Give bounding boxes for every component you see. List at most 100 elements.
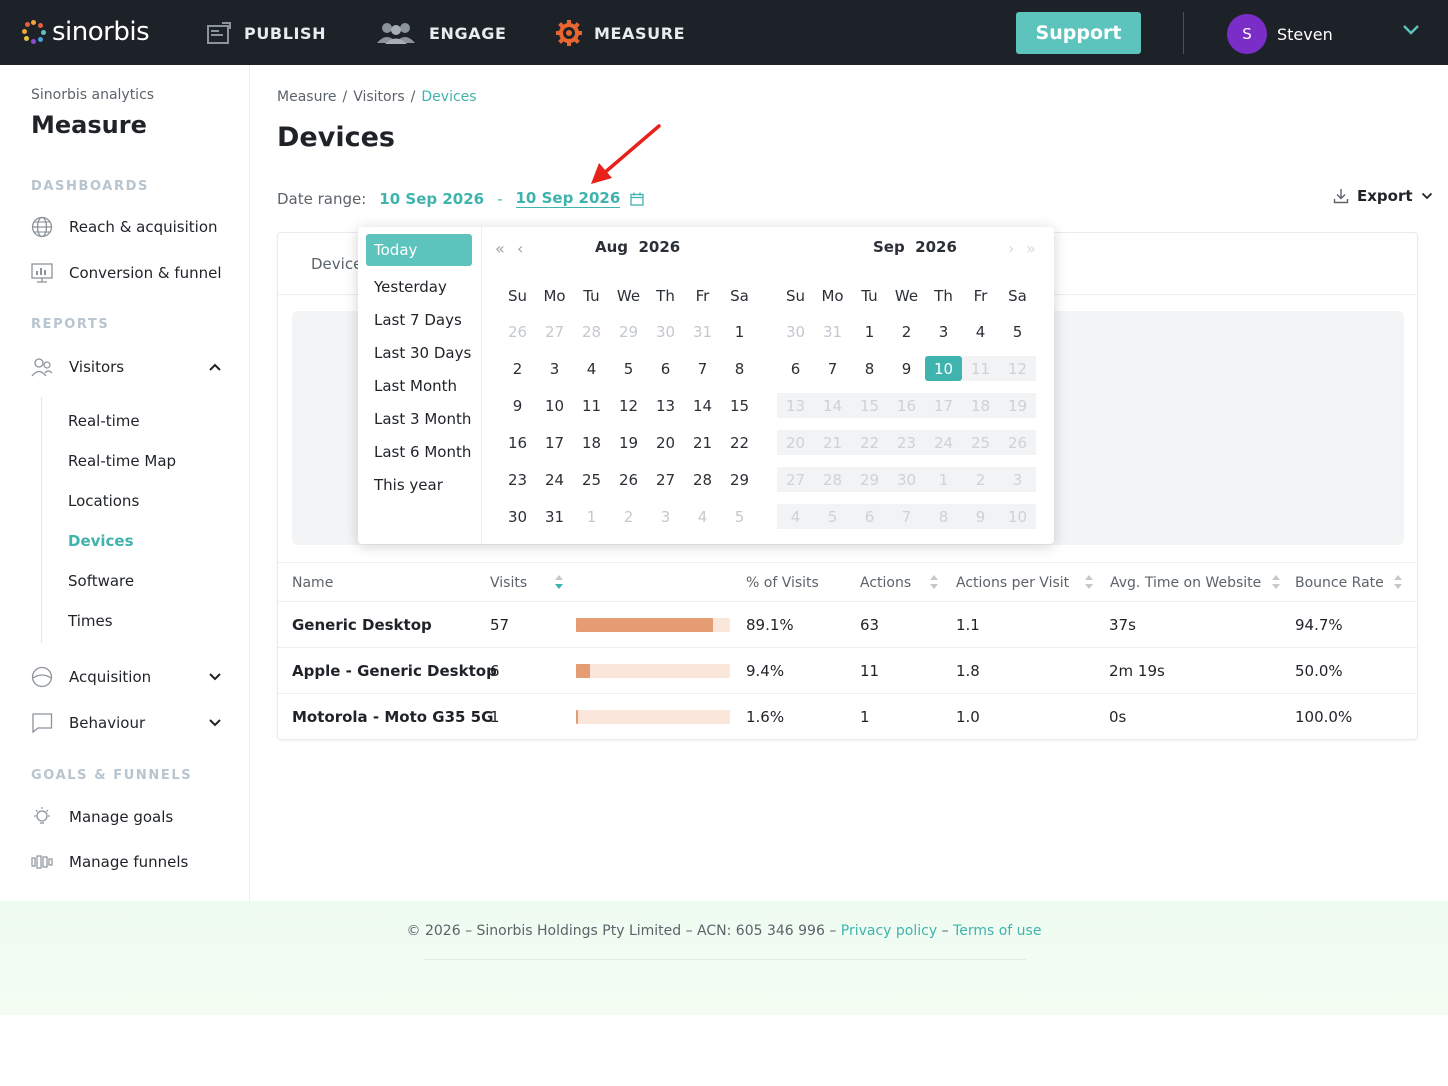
calendar-day[interactable]: 29 — [721, 467, 758, 492]
terms-of-use-link[interactable]: Terms of use — [953, 923, 1041, 939]
column-header-actions[interactable]: Actions — [860, 575, 911, 591]
sinorbis-logo[interactable]: sinorbis — [22, 14, 150, 50]
sidebar-item-locations[interactable]: Locations — [68, 492, 139, 510]
column-header-bounce-rate[interactable]: Bounce Rate — [1295, 575, 1384, 591]
next-year-icon[interactable]: » — [1026, 239, 1036, 258]
chevron-down-icon[interactable] — [208, 672, 222, 682]
calendar-day[interactable]: 4 — [573, 356, 610, 381]
calendar-day[interactable]: 28 — [573, 319, 610, 344]
calendar-day[interactable]: 1 — [851, 319, 888, 344]
calendar-day[interactable]: 19 — [610, 430, 647, 455]
sidebar-item-software[interactable]: Software — [68, 572, 134, 590]
chevron-up-icon[interactable] — [208, 362, 222, 372]
calendar-day[interactable]: 27 — [536, 319, 573, 344]
calendar-day[interactable]: 23 — [499, 467, 536, 492]
column-header-pct-visits[interactable]: % of Visits — [746, 575, 819, 591]
calendar-day[interactable]: 18 — [573, 430, 610, 455]
left-month-year[interactable]: 2026 — [638, 238, 680, 256]
calendar-day[interactable]: 31 — [536, 504, 573, 529]
calendar-day[interactable]: 13 — [647, 393, 684, 418]
preset-last-6-month[interactable]: Last 6 Month — [366, 436, 472, 468]
preset-last-7-days[interactable]: Last 7 Days — [366, 304, 472, 336]
calendar-day[interactable]: 9 — [499, 393, 536, 418]
sidebar-item-times[interactable]: Times — [68, 612, 113, 630]
tab-device[interactable]: Device — [311, 255, 362, 273]
calendar-day[interactable]: 8 — [851, 356, 888, 381]
calendar-day[interactable]: 2 — [499, 356, 536, 381]
column-header-name[interactable]: Name — [292, 575, 333, 591]
calendar-day[interactable]: 10 — [536, 393, 573, 418]
calendar-day[interactable]: 21 — [684, 430, 721, 455]
right-month-name[interactable]: Sep — [873, 238, 905, 256]
user-menu[interactable]: S Steven — [1227, 14, 1333, 54]
column-header-avg-time[interactable]: Avg. Time on Website — [1110, 575, 1261, 591]
calendar-day[interactable]: 7 — [814, 356, 851, 381]
calendar-day[interactable]: 20 — [647, 430, 684, 455]
calendar-day[interactable]: 28 — [684, 467, 721, 492]
privacy-policy-link[interactable]: Privacy policy — [841, 923, 937, 939]
sort-icon[interactable] — [1084, 574, 1094, 590]
calendar-day[interactable]: 16 — [499, 430, 536, 455]
preset-last-3-month[interactable]: Last 3 Month — [366, 403, 472, 435]
calendar-day[interactable]: 10 — [925, 356, 962, 381]
preset-this-year[interactable]: This year — [366, 469, 472, 501]
date-range-end[interactable]: 10 Sep 2026 — [515, 189, 621, 208]
sidebar-item-acquisition[interactable]: Acquisition — [31, 666, 151, 688]
calendar-day[interactable]: 31 — [684, 319, 721, 344]
calendar-day[interactable]: 6 — [647, 356, 684, 381]
date-range-start[interactable]: 10 Sep 2026 — [379, 190, 484, 208]
calendar-day[interactable]: 3 — [536, 356, 573, 381]
calendar-day[interactable]: 5 — [999, 319, 1036, 344]
calendar-day[interactable]: 3 — [647, 504, 684, 529]
calendar-day[interactable]: 25 — [573, 467, 610, 492]
prev-month-icon[interactable]: ‹ — [517, 239, 523, 258]
calendar-day[interactable]: 8 — [721, 356, 758, 381]
sidebar-item-devices[interactable]: Devices — [68, 532, 134, 550]
column-header-actions-per-visit[interactable]: Actions per Visit — [956, 575, 1069, 591]
sort-icon[interactable] — [1271, 574, 1281, 590]
nav-measure[interactable]: MEASURE — [556, 18, 685, 48]
calendar-day[interactable]: 1 — [721, 319, 758, 344]
sort-icon[interactable] — [929, 574, 939, 590]
support-button[interactable]: Support — [1016, 12, 1141, 54]
calendar-day[interactable]: 26 — [499, 319, 536, 344]
preset-today[interactable]: Today — [366, 234, 472, 266]
sidebar-item-manage-goals[interactable]: Manage goals — [31, 806, 173, 828]
prev-year-icon[interactable]: « — [495, 239, 505, 258]
calendar-day[interactable]: 2 — [888, 319, 925, 344]
calendar-day[interactable]: 2 — [610, 504, 647, 529]
sidebar-item-conversion-funnel[interactable]: Conversion & funnel — [31, 262, 222, 284]
calendar-day[interactable]: 30 — [499, 504, 536, 529]
table-row[interactable]: Generic Desktop 57 89.1% 63 1.1 37s 94.7… — [278, 602, 1417, 648]
calendar-day[interactable]: 11 — [573, 393, 610, 418]
calendar-day[interactable]: 14 — [684, 393, 721, 418]
chevron-down-icon[interactable] — [208, 718, 222, 728]
calendar-day[interactable]: 30 — [647, 319, 684, 344]
chevron-down-icon[interactable] — [1402, 24, 1420, 36]
export-button[interactable]: Export — [1333, 187, 1433, 205]
calendar-day[interactable]: 29 — [610, 319, 647, 344]
next-month-icon[interactable]: › — [1008, 239, 1014, 258]
calendar-day[interactable]: 4 — [684, 504, 721, 529]
sidebar-item-reach-acquisition[interactable]: Reach & acquisition — [31, 216, 218, 238]
preset-last-month[interactable]: Last Month — [366, 370, 472, 402]
table-row[interactable]: Motorola - Moto G35 5G 1 1.6% 1 1.0 0s 1… — [278, 694, 1417, 740]
calendar-day[interactable]: 24 — [536, 467, 573, 492]
calendar-day[interactable]: 3 — [925, 319, 962, 344]
sidebar-item-real-time[interactable]: Real-time — [68, 412, 140, 430]
breadcrumb-measure[interactable]: Measure — [277, 89, 337, 105]
calendar-day[interactable]: 5 — [721, 504, 758, 529]
calendar-day[interactable]: 1 — [573, 504, 610, 529]
calendar-day[interactable]: 15 — [721, 393, 758, 418]
calendar-day[interactable]: 9 — [888, 356, 925, 381]
sidebar-item-behaviour[interactable]: Behaviour — [31, 712, 145, 734]
calendar-day[interactable]: 22 — [721, 430, 758, 455]
column-header-visits[interactable]: Visits — [490, 575, 527, 591]
sidebar-item-visitors[interactable]: Visitors — [31, 356, 124, 378]
calendar-day[interactable]: 4 — [962, 319, 999, 344]
calendar-day[interactable]: 27 — [647, 467, 684, 492]
calendar-icon[interactable] — [630, 192, 644, 206]
sidebar-item-real-time-map[interactable]: Real-time Map — [68, 452, 176, 470]
nav-publish[interactable]: PUBLISH — [206, 18, 326, 48]
nav-engage[interactable]: ENGAGE — [375, 18, 507, 48]
